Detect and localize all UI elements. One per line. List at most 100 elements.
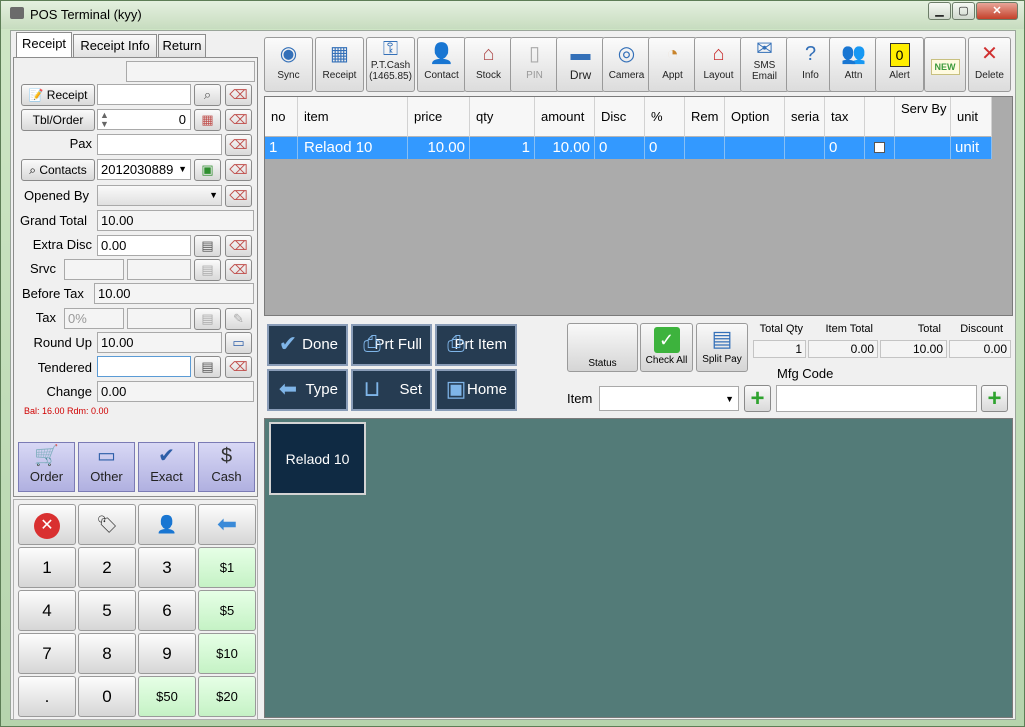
add-item-button[interactable]: + — [744, 385, 771, 412]
cancel-key[interactable]: ✕ — [18, 504, 76, 545]
table-layout-icon[interactable]: ▦ — [194, 109, 221, 131]
calculator-icon[interactable]: ▤ — [194, 235, 221, 257]
type-button[interactable]: ⬅ Type — [267, 369, 348, 411]
eraser-icon[interactable]: ⌫ — [225, 356, 252, 378]
col-check[interactable] — [865, 97, 895, 137]
backspace-key[interactable]: ⬅ — [198, 504, 256, 545]
eraser-icon[interactable]: ⌫ — [225, 109, 252, 131]
key-3[interactable]: 3 — [138, 547, 196, 588]
eraser-icon[interactable]: ⌫ — [225, 259, 252, 281]
eraser-icon[interactable]: ⌫ — [225, 185, 252, 207]
col-tax[interactable]: tax — [825, 97, 865, 137]
title-bar[interactable]: POS Terminal (kyy) ▁ ▢ ✕ — [1, 1, 1024, 29]
col-price[interactable]: price — [408, 97, 470, 137]
sync-button[interactable]: ◉ Sync — [264, 37, 313, 92]
calculator-icon[interactable]: ▤ — [194, 308, 221, 330]
search-icon[interactable]: ⌕ — [194, 84, 221, 106]
key-20-dollar[interactable]: $20 — [198, 676, 256, 717]
extra-disc-input[interactable]: 0.00 — [97, 235, 191, 256]
item-tile[interactable]: Relaod 10 — [269, 422, 366, 495]
attn-button[interactable]: 👥 Attn — [829, 37, 878, 92]
key-9[interactable]: 9 — [138, 633, 196, 674]
delete-button[interactable]: ✕ Delete — [968, 37, 1011, 92]
contacts-button[interactable]: ⌕ Contacts — [21, 159, 95, 181]
cell-check[interactable] — [865, 137, 895, 159]
col-serial[interactable]: seria — [785, 97, 825, 137]
drawer-button[interactable]: ▬ Drw — [556, 37, 605, 92]
key-6[interactable]: 6 — [138, 590, 196, 631]
contact-button[interactable]: 👤 Contact — [417, 37, 466, 92]
key-4[interactable]: 4 — [18, 590, 76, 631]
price-tag-key[interactable]: 🏷 — [78, 504, 136, 545]
monitor-icon[interactable]: ▭ — [225, 332, 252, 354]
pax-input[interactable] — [97, 134, 222, 155]
print-item-button[interactable]: ⎙ Prt Item — [435, 324, 517, 366]
col-unit[interactable]: unit — [951, 97, 992, 137]
key-1[interactable]: 1 — [18, 547, 76, 588]
col-percent[interactable]: % — [645, 97, 685, 137]
col-amount[interactable]: amount — [535, 97, 595, 137]
sms-email-button[interactable]: ✉ SMS Email — [740, 37, 789, 92]
stock-button[interactable]: ⌂ Stock — [464, 37, 513, 92]
new-button[interactable]: NEW — [924, 37, 966, 92]
receipt-lookup-button[interactable]: 📝 Receipt — [21, 84, 95, 106]
key-5[interactable]: 5 — [78, 590, 136, 631]
tab-receipt-info[interactable]: Receipt Info — [73, 34, 157, 57]
alert-button[interactable]: 0 Alert — [875, 37, 924, 92]
user-info-key[interactable]: 👤 — [138, 504, 196, 545]
appt-button[interactable]: ◔ Appt — [648, 37, 697, 92]
key-50-dollar[interactable]: $50 — [138, 676, 196, 717]
pencil-icon[interactable]: ✎ — [225, 308, 252, 330]
col-disc[interactable]: Disc — [595, 97, 645, 137]
order-button[interactable]: 🛒 Order — [18, 442, 75, 492]
eraser-icon[interactable]: ⌫ — [225, 235, 252, 257]
receipt-toolbar-button[interactable]: ▦ Receipt — [315, 37, 364, 92]
exact-button[interactable]: ✔ Exact — [138, 442, 195, 492]
info-button[interactable]: ? Info — [786, 37, 835, 92]
col-item[interactable]: item — [298, 97, 408, 137]
key-5-dollar[interactable]: $5 — [198, 590, 256, 631]
set-button[interactable]: ⊔ Set — [351, 369, 432, 411]
contacts-select[interactable]: 2012030889 ▼ — [97, 159, 191, 180]
item-select[interactable]: ▼ — [599, 386, 739, 411]
cash-button[interactable]: $ Cash — [198, 442, 255, 492]
key-1-dollar[interactable]: $1 — [198, 547, 256, 588]
calculator-icon[interactable]: ▤ — [194, 259, 221, 281]
key-7[interactable]: 7 — [18, 633, 76, 674]
col-serv-by[interactable]: Serv By — [895, 97, 951, 137]
key-2[interactable]: 2 — [78, 547, 136, 588]
pin-button[interactable]: ▯ PIN — [510, 37, 559, 92]
tab-receipt[interactable]: Receipt — [16, 32, 72, 57]
add-mfg-code-button[interactable]: + — [981, 385, 1008, 412]
check-all-button[interactable]: ✓ Check All — [640, 323, 693, 372]
col-option[interactable]: Option — [725, 97, 785, 137]
table-row[interactable]: 1 Relaod 10 10.00 1 10.00 0 0 0 unit — [265, 137, 992, 159]
key-0[interactable]: 0 — [78, 676, 136, 717]
calculator-icon[interactable]: ▤ — [194, 356, 221, 378]
maximize-button[interactable]: ▢ — [952, 2, 975, 20]
layout-button[interactable]: ⌂ Layout — [694, 37, 743, 92]
eraser-icon[interactable]: ⌫ — [225, 134, 252, 156]
tendered-input[interactable] — [97, 356, 191, 377]
print-full-button[interactable]: ⎙ Prt Full — [351, 324, 432, 366]
receipt-number-input[interactable] — [97, 84, 191, 105]
close-button[interactable]: ✕ — [976, 2, 1018, 20]
row-checkbox[interactable] — [874, 142, 885, 153]
minimize-button[interactable]: ▁ — [928, 2, 951, 20]
done-button[interactable]: ✔ Done — [267, 324, 348, 366]
other-payment-button[interactable]: ▭ Other — [78, 442, 135, 492]
eraser-icon[interactable]: ⌫ — [225, 84, 252, 106]
key-8[interactable]: 8 — [78, 633, 136, 674]
camera-button[interactable]: ◎ Camera — [602, 37, 651, 92]
opened-by-select[interactable]: ▼ — [97, 185, 222, 206]
petty-cash-button[interactable]: ⚿ P.T.Cash (1465.85) — [366, 37, 415, 92]
key-10-dollar[interactable]: $10 — [198, 633, 256, 674]
key-dot[interactable]: . — [18, 676, 76, 717]
tbl-order-button[interactable]: Tbl/Order — [21, 109, 95, 131]
tbl-order-spinner[interactable]: ▲ ▼ 0 — [97, 109, 191, 130]
mfg-code-input[interactable] — [776, 385, 977, 412]
split-pay-button[interactable]: ▤ Split Pay — [696, 323, 748, 372]
home-button[interactable]: ▣ Home — [435, 369, 517, 411]
status-button[interactable]: Status — [567, 323, 638, 372]
address-book-icon[interactable]: ▣ — [194, 159, 221, 181]
